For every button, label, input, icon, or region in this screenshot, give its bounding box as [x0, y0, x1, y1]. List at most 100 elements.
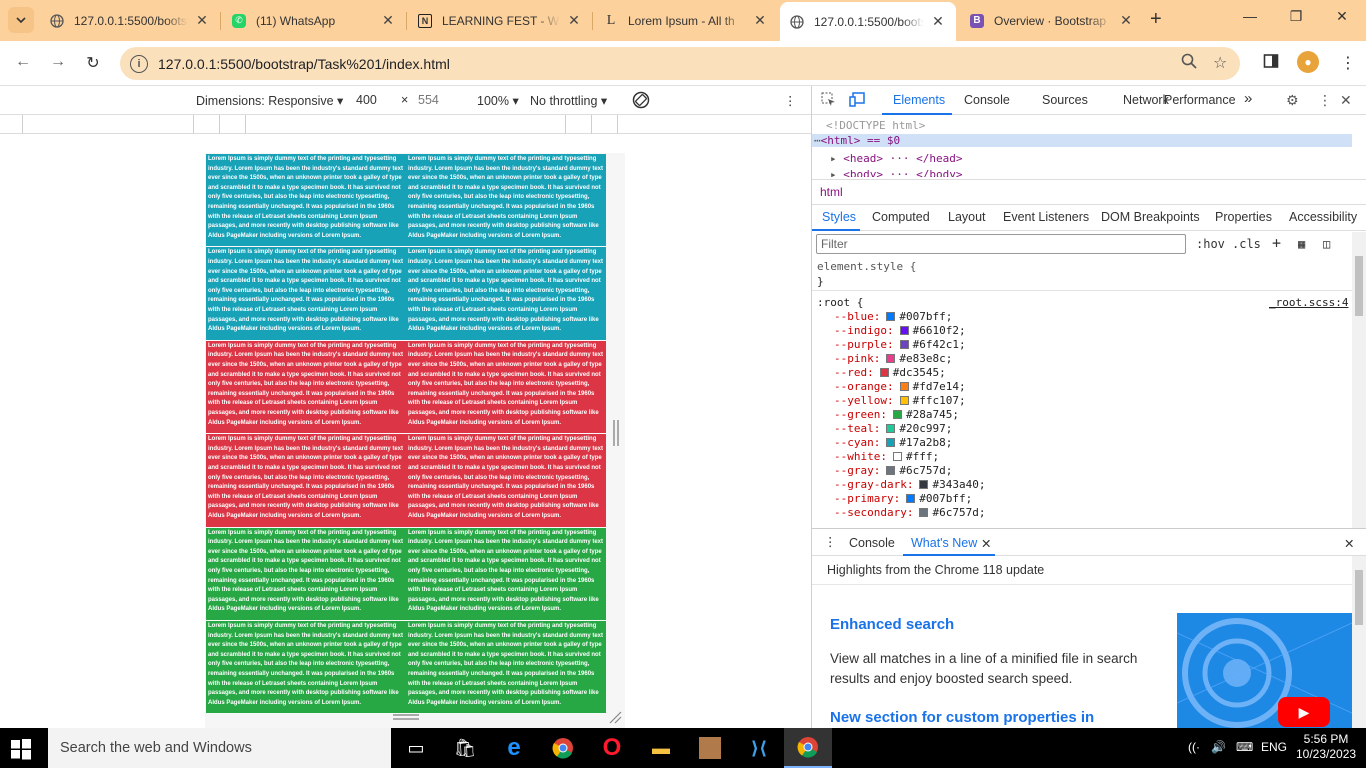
html-node-selected[interactable]: ⋯<html> == $0 — [812, 134, 1352, 147]
reload-icon[interactable]: ↻ — [82, 53, 104, 73]
rotate-icon[interactable] — [632, 91, 650, 112]
feature-title-custom-properties[interactable]: New section for custom properties in — [830, 709, 1094, 726]
css-variable-line[interactable]: --red: #dc3545; — [834, 366, 946, 380]
color-swatch[interactable] — [886, 438, 896, 447]
css-variable-value[interactable]: #6c757d; — [932, 506, 985, 519]
new-tab-plus-icon[interactable]: + — [1150, 8, 1162, 31]
css-variable-value[interactable]: #17a2b8; — [899, 436, 952, 449]
paint-icon[interactable]: ▦ — [1298, 237, 1305, 251]
element-style-selector[interactable]: element.style { — [817, 260, 916, 274]
color-swatch[interactable] — [886, 466, 896, 475]
root-source-link[interactable]: _root.scss:4 — [1269, 296, 1348, 310]
css-variable-line[interactable]: --yellow: #ffc107; — [834, 394, 966, 408]
css-variable-value[interactable]: #6c757d; — [899, 464, 952, 477]
css-variable-value[interactable]: #6610f2; — [913, 324, 966, 337]
css-variable-value[interactable]: #ffc107; — [913, 394, 966, 407]
file-explorer-icon[interactable]: ▬ — [637, 728, 685, 768]
close-icon[interactable]: ✕ — [752, 12, 768, 29]
whats-new-scrollbar[interactable] — [1352, 556, 1366, 728]
tab-lorem-ipsum[interactable]: L Lorem Ipsum - All th ✕ — [594, 4, 778, 37]
play-icon[interactable]: ▶ — [1278, 697, 1330, 727]
tab-learning-fest[interactable]: N LEARNING FEST - Wi ✕ — [408, 4, 592, 37]
color-swatch[interactable] — [886, 424, 896, 433]
css-variable-value[interactable]: #fff; — [906, 450, 939, 463]
css-variable-value[interactable]: #6f42c1; — [913, 338, 966, 351]
body-node[interactable]: ▸ <body> ··· </body> — [830, 168, 962, 177]
back-arrow-icon[interactable]: ← — [12, 53, 34, 71]
tab-search-button[interactable] — [8, 7, 34, 33]
doctype-node[interactable]: <!DOCTYPE html> — [826, 119, 925, 132]
system-clock[interactable]: 5:56 PM 10/23/2023 — [1296, 732, 1356, 762]
chrome-icon[interactable] — [539, 728, 587, 768]
root-selector[interactable]: :root { — [817, 296, 863, 310]
tab-performance[interactable]: Performance — [1164, 93, 1236, 107]
height-input[interactable]: 554 — [414, 91, 462, 110]
close-icon[interactable]: ✕ — [566, 12, 582, 29]
profile-avatar[interactable]: ● — [1297, 51, 1319, 73]
color-swatch[interactable] — [886, 312, 896, 321]
zoom-magnifier-icon[interactable] — [1181, 53, 1197, 74]
scroll-thumb[interactable] — [1355, 570, 1363, 625]
cls-toggle[interactable]: .cls — [1232, 237, 1261, 251]
elements-scrollbar[interactable] — [1355, 118, 1364, 176]
close-icon[interactable]: ✕ — [1118, 12, 1134, 29]
subtab-properties[interactable]: Properties — [1215, 210, 1272, 224]
color-swatch[interactable] — [899, 340, 909, 349]
zoom-select[interactable]: 100% ▾ — [477, 93, 519, 108]
kebab-menu-icon[interactable]: ⋮ — [1340, 53, 1356, 73]
styles-scrollbar[interactable] — [1352, 232, 1366, 528]
css-variable-line[interactable]: --pink: #e83e8c; — [834, 352, 952, 366]
restore-icon[interactable]: ❐ — [1276, 8, 1316, 25]
subtab-computed[interactable]: Computed — [872, 210, 930, 224]
tab-bootstrap-overview[interactable]: B Overview · Bootstrap ✕ — [960, 4, 1144, 37]
width-input[interactable]: 400 — [352, 91, 400, 110]
color-swatch[interactable] — [879, 368, 889, 377]
bookmark-star-icon[interactable]: ☆ — [1213, 53, 1227, 73]
inspect-element-icon[interactable] — [821, 92, 836, 110]
css-variable-line[interactable]: --cyan: #17a2b8; — [834, 436, 952, 450]
css-variable-line[interactable]: --blue: #007bff; — [834, 310, 952, 324]
tab-whatsapp[interactable]: ✆ (11) WhatsApp ✕ — [222, 4, 406, 37]
expand-triangle-icon[interactable]: ▸ — [830, 152, 837, 165]
device-toggle-icon[interactable] — [849, 92, 865, 110]
volume-icon[interactable]: 🔊 — [1211, 740, 1226, 754]
drawer-tab-console[interactable]: Console — [849, 536, 895, 550]
color-swatch[interactable] — [892, 452, 902, 461]
devtools-menu-icon[interactable]: ⋮ — [1318, 92, 1332, 109]
settings-gear-icon[interactable]: ⚙ — [1286, 92, 1299, 109]
tab-network[interactable]: Network — [1123, 93, 1169, 107]
styles-filter-input[interactable]: Filter — [816, 234, 1186, 254]
css-variable-line[interactable]: --secondary: #6c757d; — [834, 506, 985, 520]
video-thumbnail[interactable]: ▶ — [1177, 613, 1352, 728]
tab-elements[interactable]: Elements — [893, 93, 945, 107]
devtools-close-icon[interactable]: ✕ — [1340, 92, 1352, 109]
css-variable-line[interactable]: --purple: #6f42c1; — [834, 338, 966, 352]
language-indicator[interactable]: ENG — [1261, 740, 1287, 754]
minimize-icon[interactable]: — — [1230, 8, 1270, 24]
drawer-menu-icon[interactable]: ⋮ — [824, 534, 837, 549]
head-node[interactable]: ▸ <head> ··· </head> — [830, 152, 962, 165]
css-variable-value[interactable]: #dc3545; — [893, 366, 946, 379]
subtab-dom-breakpoints[interactable]: DOM Breakpoints — [1101, 210, 1200, 224]
color-swatch[interactable] — [919, 480, 929, 489]
forward-arrow-icon[interactable]: → — [47, 53, 69, 71]
close-icon[interactable]: ✕ — [930, 13, 946, 30]
taskbar-search-input[interactable]: Search the web and Windows — [48, 728, 391, 768]
resize-corner-icon[interactable] — [608, 710, 622, 724]
feature-title-enhanced-search[interactable]: Enhanced search — [830, 616, 954, 633]
close-icon[interactable]: ✕ — [194, 12, 210, 29]
close-icon[interactable]: ✕ — [981, 536, 991, 551]
new-rule-plus-icon[interactable]: + — [1272, 234, 1281, 252]
wifi-icon[interactable]: ((· — [1188, 740, 1200, 754]
address-bar[interactable]: i 127.0.0.1:5500/bootstrap/Task%201/inde… — [120, 47, 1240, 80]
tab-sources[interactable]: Sources — [1042, 93, 1088, 107]
tab-console[interactable]: Console — [964, 93, 1010, 107]
close-icon[interactable]: ✕ — [380, 12, 396, 29]
keyboard-icon[interactable]: ⌨ — [1236, 740, 1253, 754]
device-more-icon[interactable]: ⋮ — [784, 93, 797, 108]
store-icon[interactable]: 🛍 — [441, 728, 489, 768]
css-variable-value[interactable]: #20c997; — [899, 422, 952, 435]
tab-bootstrap-1[interactable]: 127.0.0.1:5500/bootstrap ✕ — [40, 4, 220, 37]
subtab-layout[interactable]: Layout — [948, 210, 986, 224]
dimensions-select[interactable]: Dimensions: Responsive ▾ — [196, 93, 343, 108]
